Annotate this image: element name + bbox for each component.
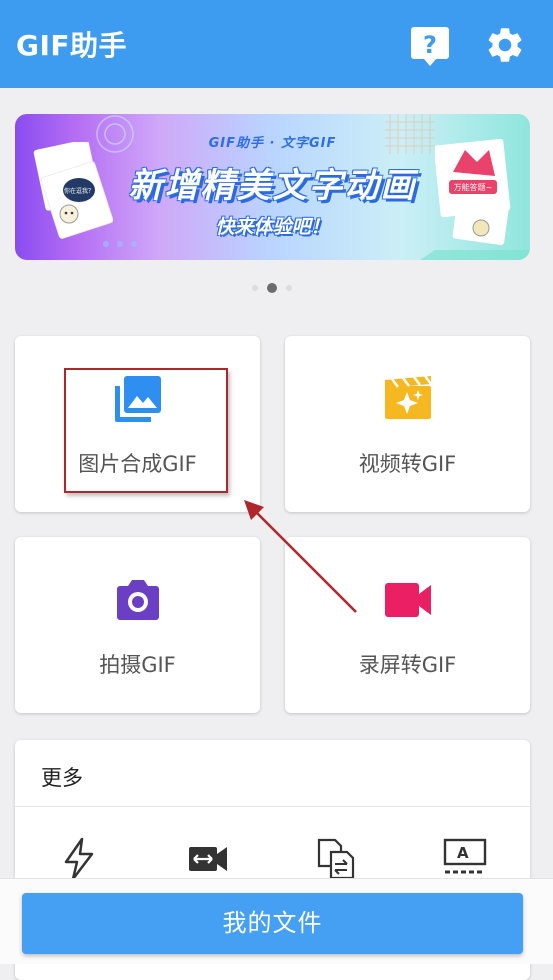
camera-icon bbox=[113, 575, 163, 625]
capture-gif-tile[interactable]: 拍摄GIF bbox=[15, 537, 260, 713]
gear-icon bbox=[488, 28, 522, 62]
svg-text:A: A bbox=[457, 844, 469, 862]
more-title: 更多 bbox=[41, 766, 83, 790]
my-files-button[interactable]: 我的文件 bbox=[22, 893, 523, 954]
help-button[interactable]: ? bbox=[410, 24, 450, 68]
svg-text:万能答题~: 万能答题~ bbox=[454, 182, 493, 192]
bottom-bar: 我的文件 bbox=[0, 878, 553, 964]
video-to-gif-tile[interactable]: 视频转GIF bbox=[285, 336, 530, 512]
banner-page-indicator[interactable] bbox=[250, 283, 296, 293]
screen-record-to-gif-tile[interactable]: 录屏转GIF bbox=[285, 537, 530, 713]
banner-decor-dots bbox=[103, 232, 145, 251]
video-camera-icon bbox=[383, 575, 433, 625]
sticker-right: 万能答题~ bbox=[433, 136, 515, 246]
app-bar: GIF助手 ? bbox=[0, 0, 553, 88]
help-icon: ? bbox=[411, 27, 449, 66]
tile-label: 视频转GIF bbox=[358, 452, 457, 476]
tile-label: 拍摄GIF bbox=[99, 653, 176, 677]
page-dot[interactable] bbox=[252, 285, 258, 291]
page-dot[interactable] bbox=[286, 285, 292, 291]
text-frame-icon[interactable]: A bbox=[442, 836, 488, 882]
annotation-highlight-box bbox=[64, 368, 228, 493]
movie-sparkle-icon bbox=[383, 374, 433, 424]
promo-banner[interactable]: 你在逗我？ GIF助手 · 文字GIF 新增精美文字动画 快来体验吧！ 万能答题… bbox=[15, 114, 530, 260]
settings-button[interactable] bbox=[484, 24, 526, 66]
app-title: GIF助手 bbox=[16, 29, 128, 62]
flash-icon[interactable] bbox=[56, 836, 102, 882]
tile-label: 录屏转GIF bbox=[358, 653, 457, 677]
svg-text:?: ? bbox=[423, 31, 437, 59]
page-dot-active[interactable] bbox=[267, 283, 277, 293]
file-convert-icon[interactable] bbox=[313, 836, 359, 882]
video-resize-icon[interactable] bbox=[185, 836, 231, 882]
divider bbox=[15, 806, 530, 807]
